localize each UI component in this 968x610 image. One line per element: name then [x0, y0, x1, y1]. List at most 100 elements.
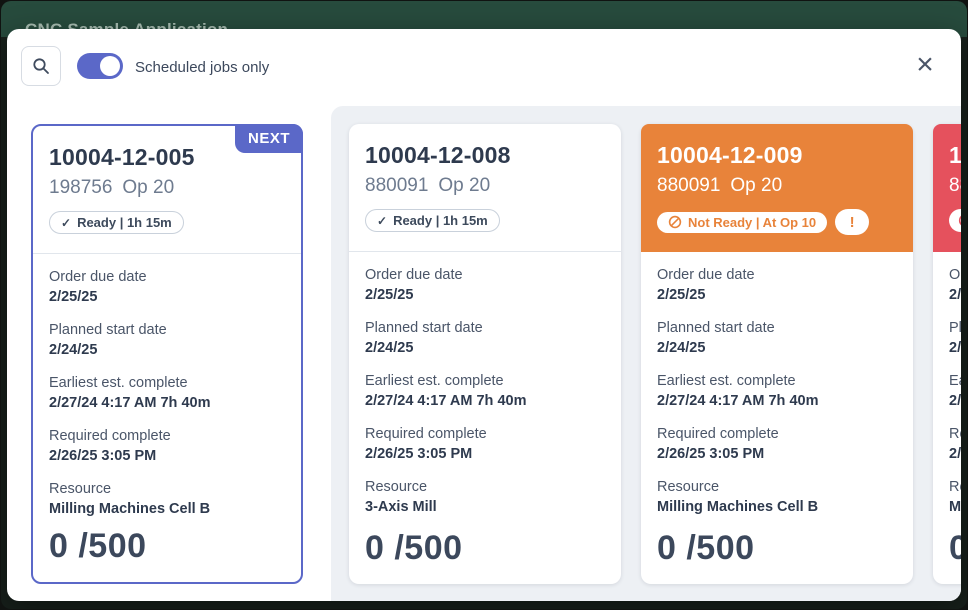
field-resource: ResourceMilling Machines Cell B: [949, 477, 961, 517]
card-header: 10004-12-005 198756 Op 20 ✓ Ready | 1h 15m: [33, 126, 301, 254]
field-earliest-complete: Earliest est. complete2/27/24 4:17 AM 7h…: [949, 371, 961, 411]
field-label: Planned start date: [657, 318, 897, 338]
window-frame: CNC Sample Application Scheduled jobs on…: [1, 1, 967, 609]
search-icon: [32, 57, 50, 75]
alert-badge: !: [835, 209, 869, 235]
order-number: 880091: [949, 175, 961, 196]
job-number: 10004-12-0: [949, 142, 961, 169]
job-subtitle: 880091 Op 20: [657, 175, 897, 197]
check-icon: ✓: [377, 214, 387, 228]
job-card-clipped[interactable]: 10004-12-0 880091 Order due date2/25/25 …: [933, 124, 961, 584]
close-icon[interactable]: ×: [911, 51, 939, 79]
field-label: Planned start date: [365, 318, 605, 338]
job-number: 10004-12-009: [657, 142, 897, 169]
field-order-due-date: Order due date2/25/25: [49, 267, 285, 307]
card-header: 10004-12-008 880091Op 20 ✓Ready | 1h 15m: [349, 124, 621, 252]
field-planned-start: Planned start date2/24/25: [49, 320, 285, 360]
field-value: 2/27/24 4:17 AM 7h 40m: [49, 393, 285, 413]
job-number: 10004-12-008: [365, 142, 605, 169]
field-resource: ResourceMilling Machines Cell B: [49, 479, 285, 519]
operation: Op 20: [730, 175, 782, 196]
field-required-complete: Required complete2/26/25 3:05 PM: [365, 424, 605, 464]
quantity-progress: 0 /500: [657, 529, 755, 568]
field-value: Milling Machines Cell B: [949, 497, 961, 517]
scheduled-jobs-toggle-label: Scheduled jobs only: [135, 59, 269, 76]
field-value: 2/25/25: [949, 285, 961, 305]
field-label: Earliest est. complete: [657, 371, 897, 391]
job-card-10004-12-005[interactable]: NEXT 10004-12-005 198756Op 20 ✓Ready | 1…: [31, 124, 303, 584]
field-label: Resource: [49, 479, 285, 499]
field-value: 2/26/25 3:05 PM: [657, 444, 897, 464]
field-label: Planned start date: [949, 318, 961, 338]
field-label: Planned start date: [49, 320, 285, 340]
field-order-due-date: Order due date2/25/25: [365, 265, 605, 305]
card-body: Order due date2/25/25 Planned start date…: [933, 252, 961, 517]
order-number: 880091: [657, 175, 720, 196]
scheduled-jobs-toggle[interactable]: [77, 53, 123, 79]
field-value: 2/25/25: [49, 287, 285, 307]
card-body: Order due date2/25/25 Planned start date…: [641, 252, 913, 517]
field-value: 2/24/25: [657, 338, 897, 358]
field-label: Required complete: [949, 424, 961, 444]
card-body: Order due date2/25/25 Planned start date…: [33, 254, 301, 519]
status-badge: ✓Ready | 1h 15m: [365, 209, 500, 232]
field-required-complete: Required complete2/26/25 3:05 PM: [49, 426, 285, 466]
field-value: 3-Axis Mill: [365, 497, 605, 517]
jobs-modal: Scheduled jobs only × NEXT 10004-12-005 …: [7, 29, 961, 601]
field-resource: Resource3-Axis Mill: [365, 477, 605, 517]
field-resource: ResourceMilling Machines Cell B: [657, 477, 897, 517]
card-header: 10004-12-009 880091 Op 20 Not Ready | At …: [641, 124, 913, 252]
field-required-complete: Required complete2/26/25 3:05 PM: [949, 424, 961, 464]
quantity-progress: 0 /500: [365, 529, 463, 568]
status-text: Not Ready | At Op 10: [688, 215, 816, 230]
job-subtitle: 880091: [949, 175, 961, 197]
field-value: 2/25/25: [657, 285, 897, 305]
clock-icon: [958, 213, 961, 228]
field-label: Resource: [949, 477, 961, 497]
not-ready-icon: [668, 215, 682, 229]
job-card-10004-12-009[interactable]: 10004-12-009 880091 Op 20 Not Ready | At …: [641, 124, 913, 584]
field-value: 2/27/24 4:17 AM 7h 40m: [949, 391, 961, 411]
status-text: Ready | 1h 15m: [77, 215, 172, 230]
field-label: Order due date: [49, 267, 285, 287]
operation: Op 20: [122, 177, 174, 198]
field-label: Resource: [657, 477, 897, 497]
field-value: 2/24/25: [365, 338, 605, 358]
field-label: Earliest est. complete: [365, 371, 605, 391]
order-number: 880091: [365, 175, 428, 196]
field-label: Resource: [365, 477, 605, 497]
field-value: 2/26/25 3:05 PM: [949, 444, 961, 464]
field-value: 2/24/25: [949, 338, 961, 358]
order-number: 198756: [49, 177, 112, 198]
field-earliest-complete: Earliest est. complete2/27/24 4:17 AM 7h…: [365, 371, 605, 411]
quantity-progress: 0 /500: [949, 529, 961, 568]
field-planned-start: Planned start date2/24/25: [657, 318, 897, 358]
field-label: Earliest est. complete: [49, 373, 285, 393]
field-label: Order due date: [949, 265, 961, 285]
field-planned-start: Planned start date2/24/25: [365, 318, 605, 358]
status-badge: Not Ready | At Op 10: [657, 212, 827, 233]
field-value: 2/26/25 3:05 PM: [365, 444, 605, 464]
field-value: 2/25/25: [365, 285, 605, 305]
field-required-complete: Required complete2/26/25 3:05 PM: [657, 424, 897, 464]
field-earliest-complete: Earliest est. complete2/27/24 4:17 AM 7h…: [49, 373, 285, 413]
job-card-10004-12-008[interactable]: 10004-12-008 880091Op 20 ✓Ready | 1h 15m…: [349, 124, 621, 584]
check-icon: ✓: [61, 216, 71, 230]
field-label: Required complete: [49, 426, 285, 446]
job-subtitle: 198756 Op 20: [49, 177, 285, 199]
field-label: Required complete: [365, 424, 605, 444]
field-planned-start: Planned start date2/24/25: [949, 318, 961, 358]
status-badge: ✓ Ready | 1h 15m: [49, 211, 184, 234]
card-header: 10004-12-0 880091: [933, 124, 961, 252]
quantity-progress: 0 /500: [49, 527, 147, 566]
job-subtitle: 880091Op 20: [365, 175, 605, 197]
toggle-knob: [100, 56, 120, 76]
field-value: 2/27/24 4:17 AM 7h 40m: [657, 391, 897, 411]
status-badge: [949, 209, 961, 232]
job-number: 10004-12-005: [49, 144, 285, 171]
field-value: Milling Machines Cell B: [49, 499, 285, 519]
field-label: Earliest est. complete: [949, 371, 961, 391]
field-label: Order due date: [365, 265, 605, 285]
field-earliest-complete: Earliest est. complete2/27/24 4:17 AM 7h…: [657, 371, 897, 411]
search-button[interactable]: [21, 46, 61, 86]
